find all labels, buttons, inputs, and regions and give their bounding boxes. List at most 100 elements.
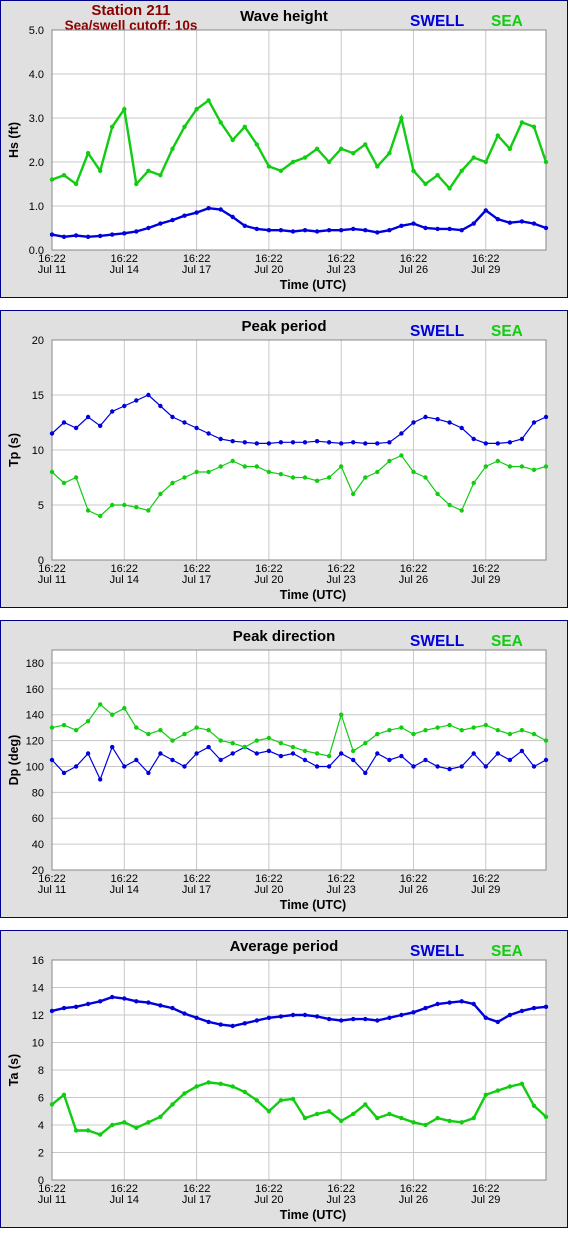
plot-area bbox=[52, 30, 546, 250]
swell-point bbox=[495, 217, 500, 222]
legend-swell: SWELL bbox=[410, 633, 464, 650]
sea-point bbox=[194, 469, 199, 475]
sea-point bbox=[302, 1115, 308, 1121]
x-axis-label: Time (UTC) bbox=[280, 278, 346, 292]
legend-sea: SEA bbox=[491, 323, 523, 340]
swell-point bbox=[158, 1003, 163, 1008]
sea-point bbox=[447, 186, 452, 191]
sea-point bbox=[49, 469, 55, 475]
swell-point bbox=[61, 420, 67, 425]
swell-point bbox=[519, 1008, 525, 1014]
sea-point bbox=[85, 1128, 91, 1133]
y-tick-label: 15 bbox=[32, 390, 44, 402]
x-tick-date: Jul 20 bbox=[254, 1194, 283, 1206]
sea-point bbox=[519, 464, 525, 469]
sea-point bbox=[363, 475, 368, 480]
sea-point bbox=[110, 1122, 115, 1128]
swell-point bbox=[182, 1011, 187, 1016]
swell-point bbox=[61, 234, 67, 239]
swell-point bbox=[85, 751, 91, 756]
sea-point bbox=[375, 164, 380, 169]
sea-point bbox=[73, 728, 79, 733]
swell-point bbox=[314, 229, 320, 234]
sea-point bbox=[483, 159, 488, 165]
x-tick-date: Jul 29 bbox=[471, 1194, 500, 1206]
sea-point bbox=[314, 1111, 320, 1117]
chart-title: Wave height bbox=[240, 8, 328, 25]
sea-point bbox=[158, 173, 163, 178]
swell-point bbox=[230, 214, 235, 220]
swell-point bbox=[531, 764, 537, 769]
swell-point bbox=[85, 414, 91, 420]
swell-point bbox=[290, 1012, 296, 1018]
sea-point bbox=[363, 142, 368, 147]
sea-point bbox=[411, 1120, 416, 1125]
swell-point bbox=[134, 757, 139, 763]
swell-point bbox=[435, 417, 440, 422]
y-tick-label: 14 bbox=[32, 983, 44, 995]
swell-point bbox=[314, 764, 320, 769]
swell-point bbox=[98, 777, 103, 782]
sea-point bbox=[435, 491, 440, 497]
y-axis-label: Dp (deg) bbox=[7, 735, 21, 786]
swell-point bbox=[459, 764, 464, 769]
swell-point bbox=[363, 441, 368, 446]
swell-point bbox=[254, 1018, 259, 1023]
swell-point bbox=[122, 403, 127, 409]
sea-point bbox=[411, 168, 416, 173]
y-tick-label: 2.0 bbox=[29, 157, 44, 169]
swell-point bbox=[170, 757, 175, 763]
swell-point bbox=[423, 757, 428, 763]
swell-point bbox=[194, 210, 199, 215]
sea-point bbox=[519, 1081, 525, 1086]
sea-point bbox=[399, 1115, 404, 1121]
swell-point bbox=[134, 229, 139, 234]
sea-point bbox=[507, 731, 513, 737]
swell-point bbox=[266, 441, 272, 446]
y-tick-label: 8 bbox=[38, 1065, 44, 1077]
sea-point bbox=[61, 722, 67, 728]
sea-point bbox=[206, 469, 211, 475]
swell-point bbox=[351, 1016, 356, 1022]
swell-point bbox=[519, 219, 525, 224]
x-tick-date: Jul 11 bbox=[38, 264, 67, 276]
legend-swell: SWELL bbox=[410, 13, 464, 30]
swell-point bbox=[543, 1004, 549, 1009]
sea-point bbox=[242, 124, 247, 129]
sea-point bbox=[134, 181, 139, 187]
swell-point bbox=[194, 751, 199, 756]
legend-sea: SEA bbox=[491, 943, 523, 960]
swell-point bbox=[326, 764, 332, 769]
sea-point bbox=[531, 124, 537, 129]
plot-area bbox=[52, 650, 546, 870]
swell-point bbox=[290, 440, 296, 445]
sea-point bbox=[519, 120, 525, 125]
sea-point bbox=[375, 731, 380, 737]
swell-point bbox=[49, 757, 55, 763]
sea-point bbox=[266, 735, 272, 741]
swell-point bbox=[206, 1019, 211, 1025]
swell-point bbox=[49, 232, 55, 237]
swell-point bbox=[375, 751, 380, 756]
x-tick-date: Jul 23 bbox=[326, 884, 355, 896]
x-tick-date: Jul 17 bbox=[182, 264, 211, 276]
swell-point bbox=[314, 1014, 320, 1019]
swell-point bbox=[543, 757, 549, 763]
sea-point bbox=[543, 738, 549, 743]
sea-point bbox=[483, 722, 488, 728]
swell-point bbox=[98, 423, 103, 428]
x-tick-date: Jul 14 bbox=[110, 1194, 139, 1206]
chart-title: Peak period bbox=[241, 318, 326, 335]
sea-point bbox=[230, 741, 235, 746]
average-period-panel: 0 2 4 6 8 10 12 14 16 16:22 Jul 11 16:22 Jul 14 16:22… bbox=[0, 930, 568, 1228]
swell-point bbox=[495, 441, 500, 446]
x-tick-date: Jul 29 bbox=[471, 884, 500, 896]
swell-point bbox=[242, 1021, 247, 1026]
swell-point bbox=[519, 748, 525, 754]
sea-point bbox=[483, 464, 488, 469]
swell-point bbox=[254, 441, 259, 446]
sea-point bbox=[290, 159, 296, 165]
swell-point bbox=[531, 221, 537, 226]
swell-point bbox=[543, 225, 549, 231]
x-tick-date: Jul 11 bbox=[38, 1194, 67, 1206]
